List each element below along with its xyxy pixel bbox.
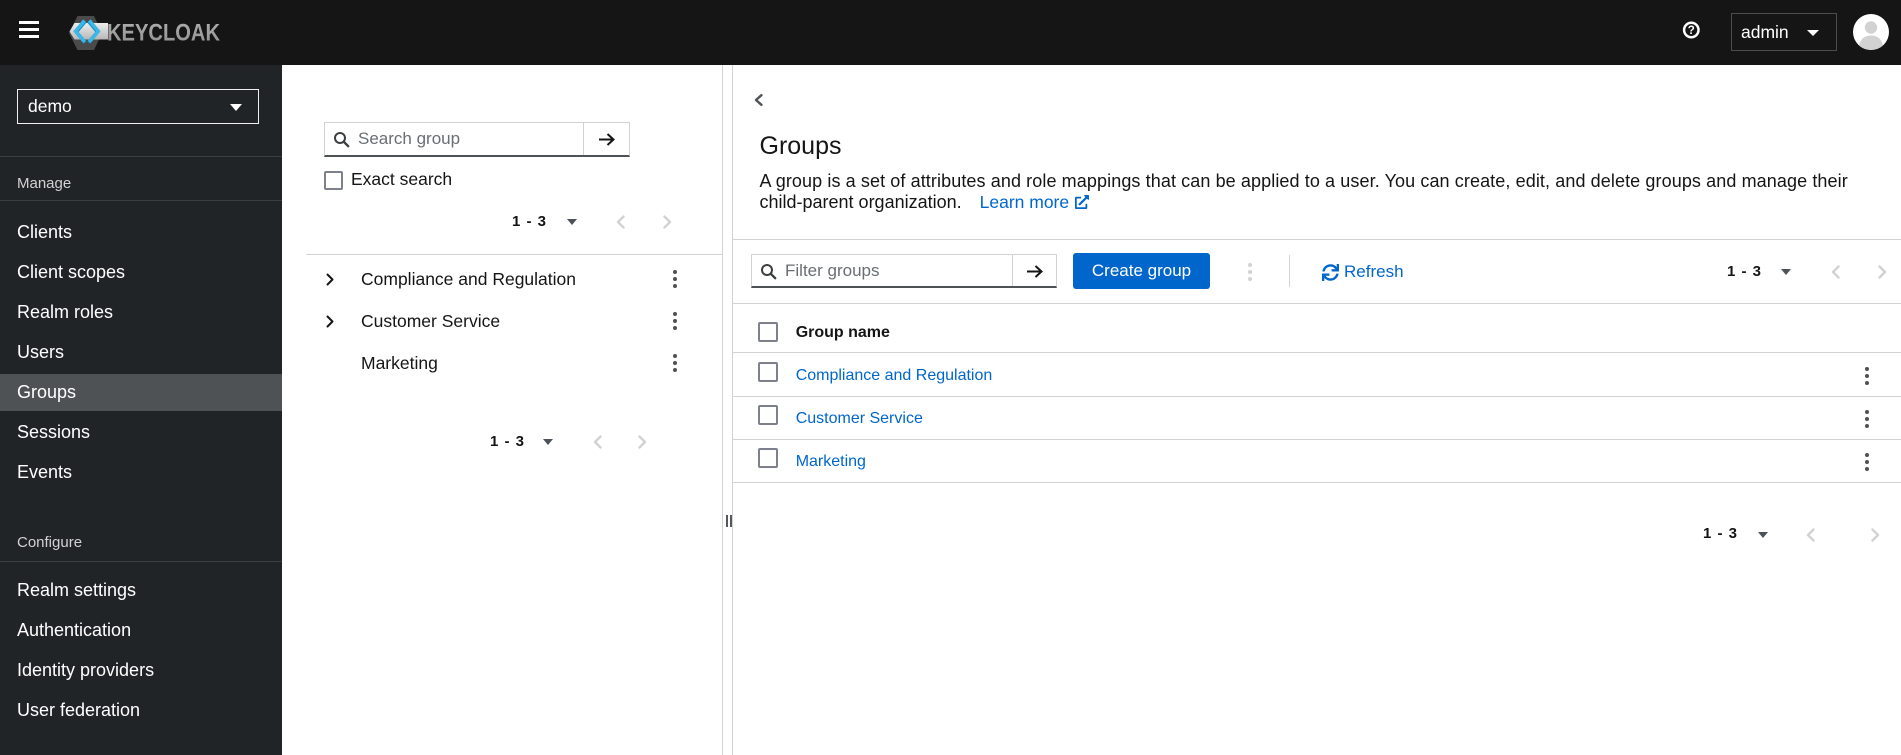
svg-text:KEYCLOAK: KEYCLOAK <box>107 20 221 47</box>
svg-text:?: ? <box>1687 25 1694 37</box>
